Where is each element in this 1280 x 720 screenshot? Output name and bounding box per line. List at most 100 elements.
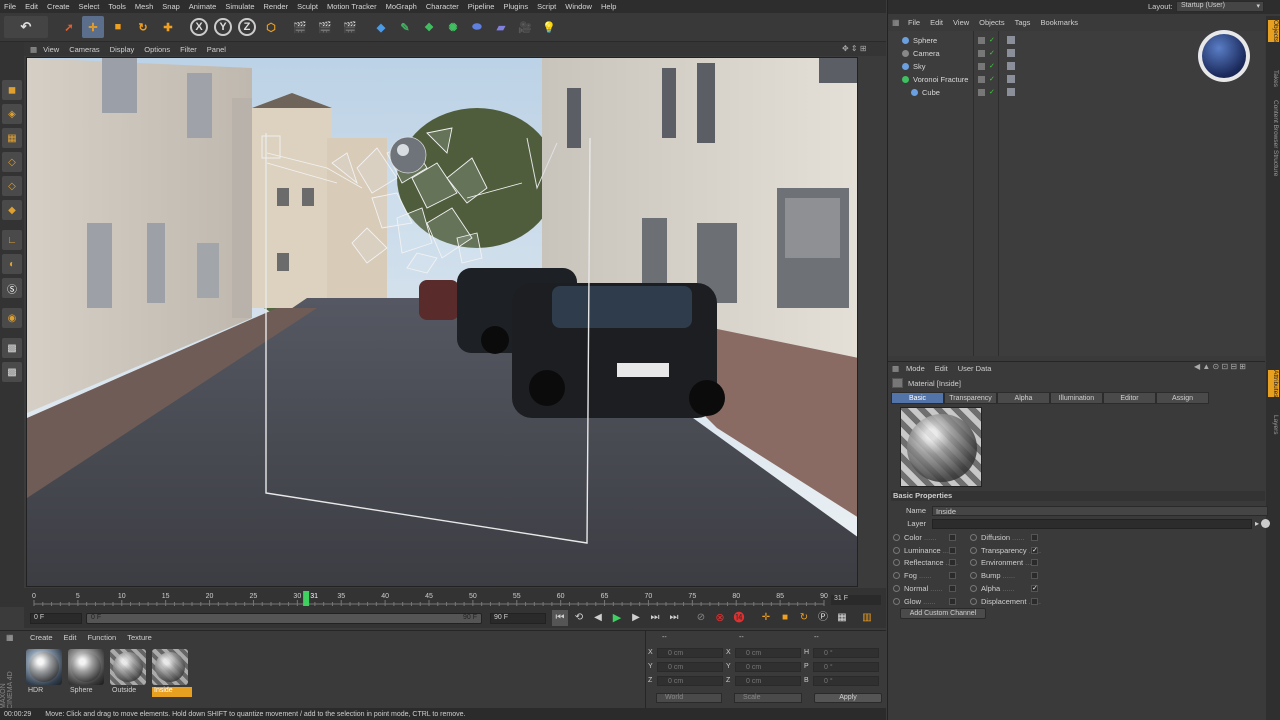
tag-icon[interactable]: [1007, 62, 1015, 70]
attr-tab-transparency[interactable]: Transparency: [944, 392, 997, 404]
side-tab-structure[interactable]: Structure: [1268, 150, 1279, 176]
enable-check-icon[interactable]: ✓: [989, 36, 995, 44]
channel-transparency[interactable]: Transparency......✓: [970, 545, 1050, 556]
coord-value-field[interactable]: 0 cm: [657, 662, 723, 672]
material-menu-texture[interactable]: Texture: [127, 633, 152, 644]
viewport-menu-cameras[interactable]: Cameras: [69, 45, 99, 54]
next-key-button[interactable]: ⏭: [647, 610, 663, 626]
visibility-toggle-icon[interactable]: [978, 88, 985, 96]
coord-value-field[interactable]: 0 °: [813, 648, 879, 658]
material-thumbnail-outside[interactable]: [110, 649, 146, 685]
material-menu-edit[interactable]: Edit: [64, 633, 77, 644]
channel-checkbox[interactable]: [949, 559, 956, 567]
enable-check-icon[interactable]: ✓: [989, 62, 995, 70]
viewport-menu-display[interactable]: Display: [110, 45, 135, 54]
channel-glow[interactable]: Glow......: [893, 596, 973, 607]
coord-value-field[interactable]: 0 cm: [657, 648, 723, 658]
channel-color[interactable]: Color......: [893, 532, 973, 543]
tag-icon[interactable]: [1007, 88, 1015, 96]
parameter-key-button[interactable]: Ⓟ: [815, 610, 831, 626]
tweak-mode-button[interactable]: ◐: [2, 254, 22, 274]
menu-item-sculpt[interactable]: Sculpt: [297, 2, 318, 11]
channel-checkbox[interactable]: [1031, 572, 1038, 580]
play-button[interactable]: ▶: [609, 610, 625, 626]
tag-icon[interactable]: [1007, 75, 1015, 83]
camera-button[interactable]: 🎥: [514, 16, 536, 38]
workplane-grid-button[interactable]: ▩: [2, 362, 22, 382]
timeline-window-button[interactable]: ▥: [859, 610, 875, 626]
position-key-button[interactable]: ✛: [758, 610, 774, 626]
deformer-button[interactable]: ⬬: [466, 16, 488, 38]
grid-button[interactable]: ▩: [2, 338, 22, 358]
coord-value-field[interactable]: 0 °: [813, 676, 879, 686]
menu-item-character[interactable]: Character: [426, 2, 459, 11]
enable-check-icon[interactable]: ✓: [989, 88, 995, 96]
attr-tab-assign[interactable]: Assign: [1156, 392, 1209, 404]
tag-icon[interactable]: [1007, 49, 1015, 57]
visibility-toggle-icon[interactable]: [978, 36, 985, 44]
viewport-menu-view[interactable]: View: [43, 45, 59, 54]
channel-luminance[interactable]: Luminance......: [893, 545, 973, 556]
viewport-menu-filter[interactable]: Filter: [180, 45, 197, 54]
side-tab-attributes[interactable]: Attributes: [1268, 370, 1279, 398]
channel-normal[interactable]: Normal......: [893, 583, 973, 594]
apply-button[interactable]: Apply: [814, 693, 882, 703]
coord-scale-select[interactable]: Scale: [734, 693, 802, 703]
attr-tab-illumination[interactable]: Illumination: [1050, 392, 1103, 404]
channel-diffusion[interactable]: Diffusion......: [970, 532, 1050, 543]
undo-button[interactable]: ↶: [4, 16, 48, 38]
coord-value-field[interactable]: 0 cm: [657, 676, 723, 686]
coord-mode-select[interactable]: World: [656, 693, 722, 703]
channel-displacement[interactable]: Displacement......: [970, 596, 1050, 607]
channel-reflectance[interactable]: Reflectance......: [893, 557, 973, 568]
channel-checkbox[interactable]: [1031, 534, 1038, 541]
menu-item-tools[interactable]: Tools: [108, 2, 126, 11]
viewport-grid-icon[interactable]: ▦: [30, 45, 37, 54]
object-list[interactable]: Sphere ✓ Camera ✓ Sky ✓ Voronoi Fracture ✓ Cube ✓: [888, 31, 1265, 356]
material-thumbnail-inside[interactable]: [152, 649, 188, 685]
side-tab-objects[interactable]: Objects: [1268, 20, 1279, 43]
subdivision-button[interactable]: ❖: [418, 16, 440, 38]
axis-x-button[interactable]: X: [188, 16, 210, 38]
object-menu-bookmarks[interactable]: Bookmarks: [1040, 18, 1078, 27]
channel-checkbox[interactable]: [949, 584, 956, 592]
object-menu-view[interactable]: View: [953, 18, 969, 27]
channel-checkbox[interactable]: [1031, 559, 1038, 567]
go-to-end-button[interactable]: ⏭: [666, 610, 682, 626]
menu-item-motion-tracker[interactable]: Motion Tracker: [327, 2, 377, 11]
render-view-button[interactable]: 🎬: [289, 16, 311, 38]
object-menu-tags[interactable]: Tags: [1015, 18, 1031, 27]
current-frame-marker[interactable]: [303, 591, 310, 606]
preview-range-slider[interactable]: 0 F 90 F: [86, 613, 482, 624]
next-frame-button[interactable]: ▶: [628, 610, 644, 626]
pen-spline-button[interactable]: ✎: [394, 16, 416, 38]
light-button[interactable]: 💡: [538, 16, 560, 38]
side-tab-takes[interactable]: Takes: [1268, 70, 1279, 87]
keyframe-selection-button[interactable]: ⓮: [731, 610, 747, 626]
name-input[interactable]: Inside: [932, 505, 1268, 516]
rotate-tool-button[interactable]: ↻: [132, 16, 154, 38]
viewport-menu-options[interactable]: Options: [144, 45, 170, 54]
attribute-nav-icons[interactable]: ◀ ▲ ⊙ ⊡ ⊟ ⊞: [1194, 362, 1246, 371]
move-tool-button[interactable]: ✛: [82, 16, 104, 38]
make-editable-button[interactable]: ◼: [2, 80, 22, 100]
floor-button[interactable]: ▰: [490, 16, 512, 38]
enable-check-icon[interactable]: ✓: [989, 49, 995, 57]
enable-check-icon[interactable]: ✓: [989, 75, 995, 83]
scale-key-button[interactable]: ■: [777, 610, 793, 626]
previous-frame-button[interactable]: ◀: [590, 610, 606, 626]
material-preview[interactable]: [900, 407, 982, 487]
menu-item-pipeline[interactable]: Pipeline: [468, 2, 495, 11]
coord-value-field[interactable]: 0 °: [813, 662, 879, 672]
previous-key-button[interactable]: ⟲: [571, 610, 587, 626]
viewport-menu-panel[interactable]: Panel: [207, 45, 226, 54]
attributes-menu-user-data[interactable]: User Data: [958, 364, 992, 373]
live-selection-button[interactable]: ➚: [58, 16, 80, 38]
menu-item-mesh[interactable]: Mesh: [135, 2, 153, 11]
visibility-toggle-icon[interactable]: [978, 62, 985, 70]
axis-z-button[interactable]: Z: [236, 16, 258, 38]
menu-item-animate[interactable]: Animate: [189, 2, 217, 11]
menu-item-script[interactable]: Script: [537, 2, 556, 11]
menu-item-create[interactable]: Create: [47, 2, 70, 11]
layer-link-field[interactable]: [932, 518, 1252, 529]
